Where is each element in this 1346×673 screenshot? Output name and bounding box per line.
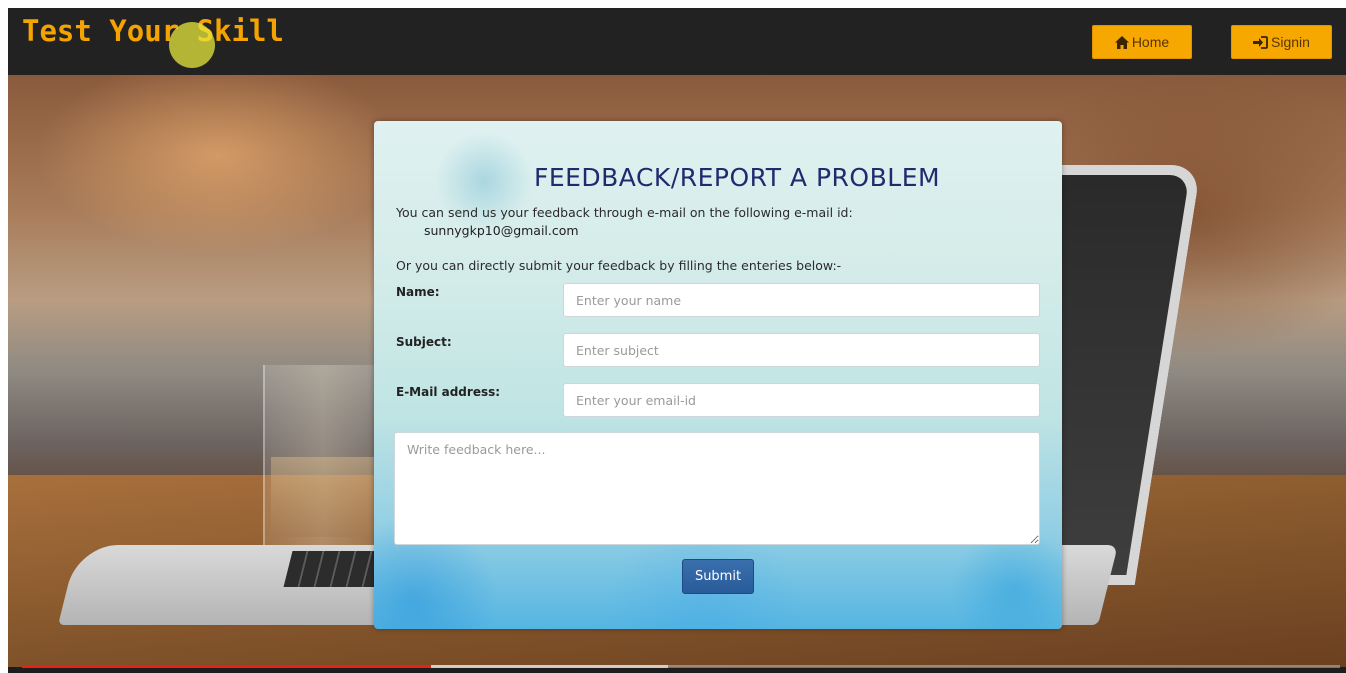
submit-button[interactable]: Submit [682, 559, 754, 594]
form-intro-text: Or you can directly submit your feedback… [396, 258, 842, 273]
cursor-highlight [169, 22, 215, 68]
name-input[interactable] [563, 283, 1040, 317]
site-brand[interactable]: Test Your Skill [22, 14, 284, 48]
contact-email: sunnygkp10@gmail.com [424, 223, 579, 238]
name-label: Name: [396, 285, 440, 299]
email-label: E-Mail address: [396, 385, 501, 399]
water-glass [263, 365, 383, 555]
subject-label: Subject: [396, 335, 452, 349]
feedback-title: FEEDBACK/REPORT A PROBLEM [533, 163, 941, 192]
email-intro-text: You can send us your feedback through e-… [396, 205, 853, 220]
subject-input[interactable] [563, 333, 1040, 367]
home-icon [1114, 35, 1129, 49]
background-photo: FEEDBACK/REPORT A PROBLEM You can send u… [8, 75, 1346, 667]
video-played-bar [22, 665, 431, 668]
signin-button[interactable]: Signin [1231, 25, 1332, 59]
feedback-textarea[interactable] [394, 432, 1040, 545]
feedback-panel: FEEDBACK/REPORT A PROBLEM You can send u… [374, 121, 1062, 629]
signin-button-label: Signin [1271, 34, 1310, 50]
sign-in-icon [1253, 35, 1268, 49]
video-progress-bar[interactable] [22, 665, 1340, 668]
email-input[interactable] [563, 383, 1040, 417]
video-frame: Test Your Skill Home Signin FEEDBACK/REP… [8, 8, 1346, 673]
home-button-label: Home [1131, 34, 1170, 50]
top-navbar: Test Your Skill Home Signin [8, 8, 1346, 75]
home-button[interactable]: Home [1092, 25, 1192, 59]
